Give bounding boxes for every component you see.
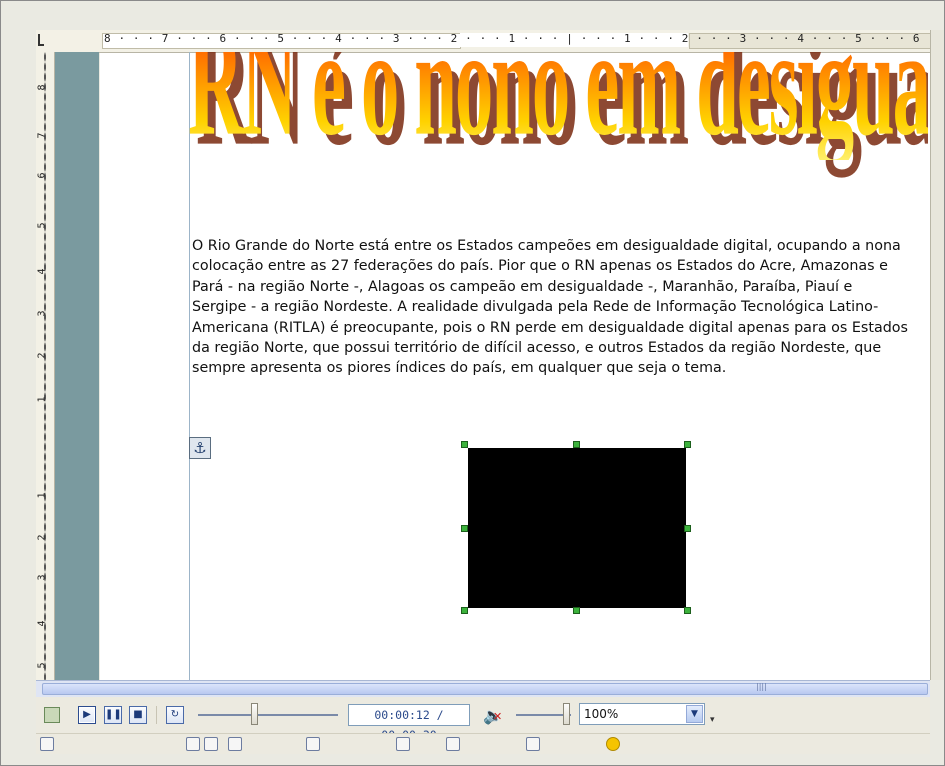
vertical-ruler-label: 6 — [36, 172, 48, 179]
vertical-ruler-label: 3 — [36, 310, 48, 317]
position-slider-track[interactable] — [198, 714, 338, 716]
repeat-button[interactable]: ↻ — [166, 706, 184, 724]
stop-button[interactable]: ■ — [129, 706, 147, 724]
paragraph-line: sempre apresenta os piores índices do pa… — [192, 360, 727, 377]
line-tool-icon[interactable] — [186, 737, 200, 751]
paragraph-line: O Rio Grande do Norte está entre os Esta… — [192, 238, 901, 254]
selection-handle-bottom[interactable] — [573, 607, 580, 614]
zoom-value: 100% — [584, 707, 619, 721]
page-margin-band — [55, 52, 99, 680]
vertical-ruler-label: 8 — [36, 84, 48, 91]
selection-handle-top[interactable] — [573, 441, 580, 448]
fontwork-tool-icon[interactable] — [606, 737, 620, 751]
paragraph-line: Sergipe - a região Nordeste. A realidade… — [192, 299, 879, 316]
vertical-ruler-label: 4 — [36, 268, 48, 275]
selection-handle-bottom-left[interactable] — [461, 607, 468, 614]
horizontal-ruler[interactable]: 8 · · · 7 · · · 6 · · · 5 · · · 4 · · · … — [36, 30, 930, 53]
callout-tool-icon[interactable] — [446, 737, 460, 751]
toolbar-separator — [156, 706, 157, 724]
selection-handle-left[interactable] — [461, 525, 468, 532]
vertical-ruler-label: 2 — [36, 352, 48, 359]
insert-media-icon[interactable] — [44, 707, 60, 723]
scrollbar-thumb[interactable] — [42, 683, 928, 695]
vertical-ruler-label: 5 — [36, 222, 48, 229]
paragraph-line: colocação entre as 27 federações do país… — [192, 258, 888, 275]
scrollbar-grip: |||| — [756, 682, 767, 691]
paragraph-line: da região Norte, que possui território d… — [192, 340, 882, 357]
selection-handle-bottom-right[interactable] — [684, 607, 691, 614]
tab-stop-selector[interactable] — [38, 34, 44, 46]
volume-slider-thumb[interactable] — [562, 703, 570, 725]
horizontal-scrollbar[interactable]: |||| — [36, 680, 930, 698]
selection-handle-top-right[interactable] — [684, 441, 691, 448]
shapes-tool-icon[interactable] — [306, 737, 320, 751]
play-button[interactable]: ▶ — [78, 706, 96, 724]
wordart-title[interactable]: RN é o nono em desigualdade digital RN é… — [188, 52, 928, 232]
vertical-ruler-label: 5 — [36, 662, 48, 669]
vertical-ruler-label: 3 — [36, 574, 48, 581]
body-paragraph[interactable]: O Rio Grande do Norte está entre os Esta… — [192, 236, 928, 379]
mute-button[interactable]: 🔈 ✕ — [483, 706, 503, 725]
rectangle-tool-icon[interactable] — [204, 737, 218, 751]
ellipse-tool-icon[interactable] — [228, 737, 242, 751]
toolbar-overflow-icon[interactable]: ▾ — [710, 715, 715, 725]
vertical-ruler-label: 1 — [36, 396, 48, 403]
text-tool-icon[interactable] — [396, 737, 410, 751]
ruler-ticks — [44, 52, 46, 680]
stars-tool-icon[interactable] — [526, 737, 540, 751]
selection-handle-right[interactable] — [684, 525, 691, 532]
wordart-text: RN é o nono em desigualdade digital — [188, 52, 928, 160]
selection-handle-top-left[interactable] — [461, 441, 468, 448]
drawing-toolbar — [36, 733, 930, 754]
time-display: 00:00:12 / 00:00:30 — [348, 704, 470, 742]
vertical-scrollbar[interactable] — [930, 30, 944, 680]
pause-button[interactable]: ❚❚ — [104, 706, 122, 724]
vertical-ruler[interactable]: 8 7 6 5 4 3 2 1 1 2 3 4 5 — [36, 52, 55, 680]
media-object[interactable] — [468, 448, 686, 608]
ruler-scale: 8 · · · 7 · · · 6 · · · 5 · · · 4 · · · … — [104, 32, 930, 45]
media-playback-toolbar: ▶ ❚❚ ■ ↻ 00:00:12 / 00:00:30 🔈✕ 100% ▼ ▾ — [36, 697, 930, 742]
dropdown-icon[interactable]: ▼ — [686, 705, 703, 723]
paragraph-line: Pará - na região Norte -, Alagoas os cam… — [192, 278, 853, 295]
vertical-ruler-label: 7 — [36, 132, 48, 139]
vertical-ruler-label: 4 — [36, 620, 48, 627]
mute-icon: ✕ — [493, 710, 503, 723]
position-slider-thumb[interactable] — [251, 703, 258, 725]
vertical-ruler-label: 2 — [36, 534, 48, 541]
anchor-icon[interactable]: ⚓ — [189, 437, 211, 459]
select-tool-icon[interactable] — [40, 737, 54, 751]
vertical-ruler-label: 1 — [36, 492, 48, 499]
paragraph-line: Americana (RITLA) é preocupante, pois o … — [192, 319, 908, 336]
zoom-select[interactable]: 100% ▼ — [579, 703, 705, 725]
